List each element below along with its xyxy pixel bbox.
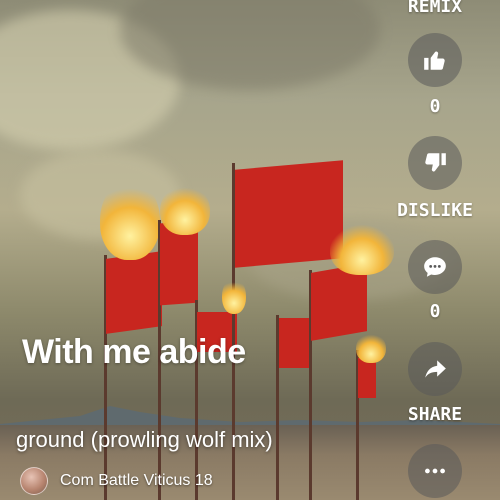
channel-name[interactable]: Com Battle Viticus 18 [60, 472, 213, 490]
video-title[interactable]: With me abide [22, 333, 246, 372]
flame [160, 185, 210, 235]
video-player[interactable]: With me abide ground (prowling wolf mix)… [0, 0, 500, 500]
comment-icon [424, 257, 446, 277]
red-flag [279, 318, 311, 368]
like-button[interactable] [408, 33, 462, 87]
share-button[interactable] [408, 342, 462, 396]
comment-count: 0 [429, 301, 441, 322]
dislike-label[interactable]: DISLIKE [388, 200, 482, 221]
red-flag [106, 251, 162, 334]
comment-button[interactable] [408, 240, 462, 294]
flame [356, 333, 386, 363]
remix-label[interactable]: REMIX [388, 0, 482, 17]
channel-info[interactable]: Com Battle Viticus 18 [20, 467, 213, 495]
red-flag [358, 358, 376, 398]
more-options-button[interactable] [408, 444, 462, 498]
audio-track-title[interactable]: ground (prowling wolf mix) [16, 427, 273, 453]
more-horizontal-icon [425, 468, 445, 474]
share-label[interactable]: SHARE [388, 404, 482, 425]
flame [100, 180, 160, 260]
like-count: 0 [429, 96, 441, 117]
share-arrow-icon [425, 360, 446, 378]
thumbs-up-icon [424, 51, 445, 70]
flame [330, 225, 394, 275]
thumbs-down-icon [425, 153, 446, 172]
channel-avatar[interactable] [20, 467, 48, 495]
flame [222, 278, 246, 314]
red-flag [235, 160, 343, 268]
dislike-button[interactable] [408, 136, 462, 190]
